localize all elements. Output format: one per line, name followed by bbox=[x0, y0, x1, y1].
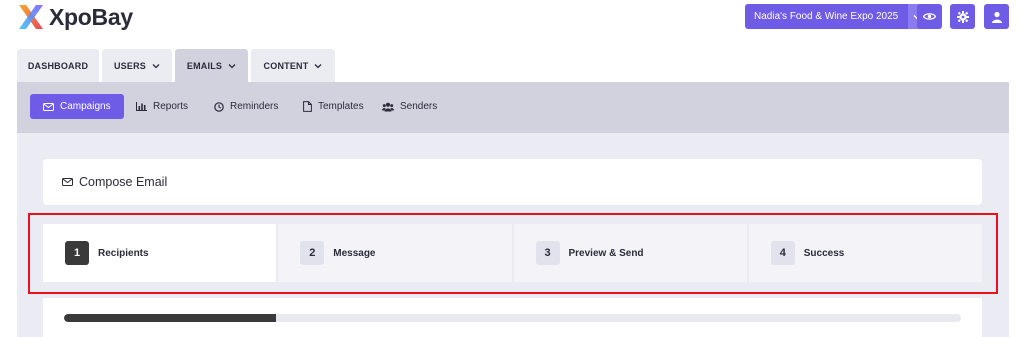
highlight-box bbox=[28, 213, 998, 294]
eye-icon bbox=[923, 13, 936, 20]
subnav-item-senders[interactable]: Senders bbox=[382, 94, 437, 119]
clock-icon bbox=[214, 101, 224, 112]
nav-tab-label: CONTENT bbox=[263, 60, 309, 71]
settings-button[interactable] bbox=[950, 4, 975, 29]
compose-email-header: Compose Email bbox=[43, 159, 982, 205]
bar-chart-icon bbox=[136, 102, 147, 111]
nav-tab-emails[interactable]: EMAILS bbox=[175, 49, 248, 82]
users-icon bbox=[382, 102, 394, 111]
preview-button[interactable] bbox=[917, 4, 942, 29]
subnav-item-templates[interactable]: Templates bbox=[303, 94, 364, 119]
gear-icon bbox=[956, 10, 969, 23]
subnav-item-label: Reminders bbox=[230, 101, 279, 112]
chevron-down-icon bbox=[314, 63, 322, 68]
nav-tab-users[interactable]: USERS bbox=[102, 49, 172, 82]
profile-button[interactable] bbox=[984, 4, 1009, 29]
chevron-down-icon bbox=[228, 63, 236, 68]
user-icon bbox=[991, 11, 1002, 23]
file-icon bbox=[303, 101, 312, 112]
envelope-icon bbox=[62, 178, 73, 186]
nav-tab-dashboard[interactable]: DASHBOARD bbox=[17, 49, 99, 82]
expo-selector[interactable]: Nadia's Food & Wine Expo 2025 bbox=[745, 4, 927, 29]
xpobay-logo-icon bbox=[19, 5, 43, 29]
nav-tab-content[interactable]: CONTENT bbox=[251, 49, 335, 82]
progress-panel bbox=[43, 298, 982, 337]
nav-tab-label: EMAILS bbox=[186, 60, 223, 71]
progress-bar-fill bbox=[64, 314, 276, 322]
subnav-item-reports[interactable]: Reports bbox=[136, 94, 188, 119]
app-header: XpoBay Nadia's Food & Wine Expo 2025 bbox=[0, 0, 1024, 40]
subnav-item-label: Campaigns bbox=[60, 101, 111, 112]
subnav-item-label: Senders bbox=[400, 101, 438, 112]
progress-bar bbox=[64, 314, 961, 322]
envelope-icon bbox=[43, 102, 54, 111]
expo-selector-label: Nadia's Food & Wine Expo 2025 bbox=[745, 4, 909, 29]
logo[interactable]: XpoBay bbox=[17, 2, 133, 32]
nav-tab-label: USERS bbox=[113, 60, 146, 71]
subnav-item-label: Reports bbox=[153, 101, 189, 112]
nav-tab-label: DASHBOARD bbox=[27, 60, 89, 71]
sub-nav: Campaigns Reports Reminders Templates Se… bbox=[17, 82, 1009, 133]
subnav-item-label: Templates bbox=[318, 101, 364, 112]
logo-text: XpoBay bbox=[49, 3, 133, 30]
compose-title: Compose Email bbox=[79, 175, 168, 189]
subnav-item-campaigns[interactable]: Campaigns bbox=[30, 94, 124, 119]
subnav-item-reminders[interactable]: Reminders bbox=[214, 94, 278, 119]
main-nav: DASHBOARD USERS EMAILS CONTENT bbox=[17, 49, 338, 82]
chevron-down-icon bbox=[152, 63, 160, 68]
